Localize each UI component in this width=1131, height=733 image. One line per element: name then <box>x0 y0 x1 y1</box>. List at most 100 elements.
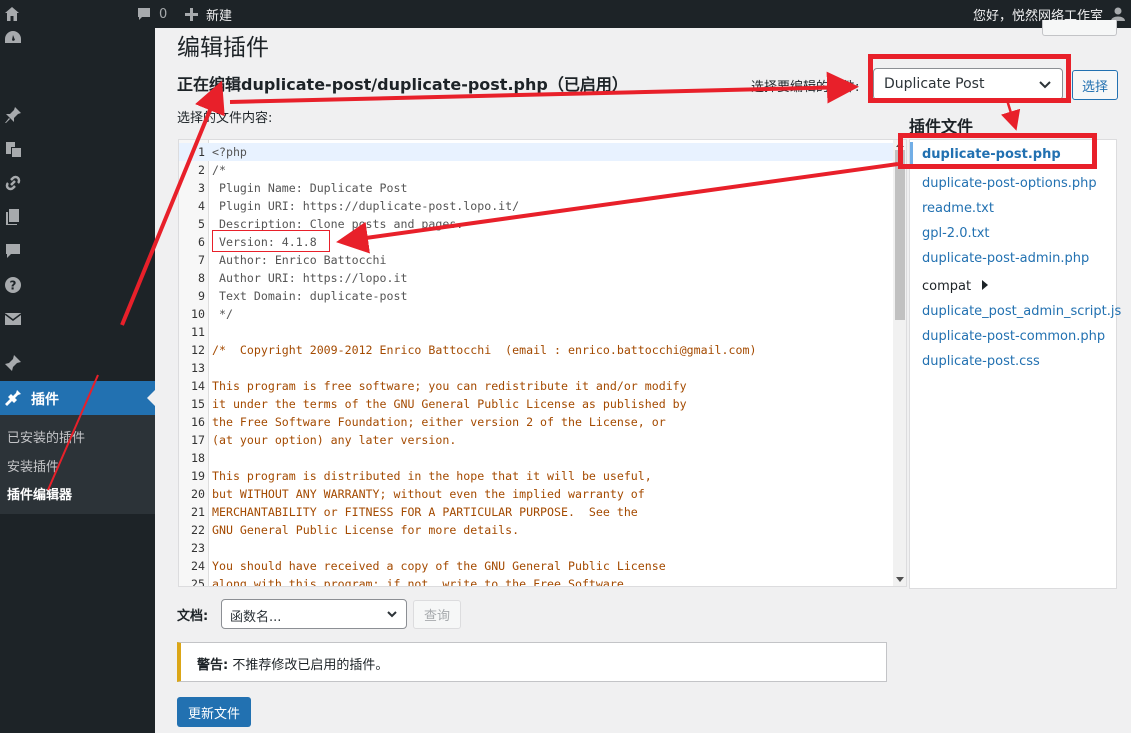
submenu-plugin-editor[interactable]: 插件编辑器 <box>7 484 72 503</box>
code-line: 1 <?php <box>179 143 894 161</box>
code-editor[interactable]: 1 <?php 2/* 3 Plugin Name: Duplicate Post 4 … <box>178 139 907 587</box>
file-item[interactable]: readme.txt <box>922 201 994 216</box>
plugins-icon <box>5 390 21 406</box>
code-line: 13 <box>179 359 894 377</box>
submenu-installed-plugins[interactable]: 已安装的插件 <box>7 427 85 446</box>
code-text: but WITHOUT ANY WARRANTY; without even t… <box>212 487 645 501</box>
code-text: /* <box>212 163 226 177</box>
code-line: 12 /* Copyright 2009-2012 Enrico Battocch… <box>179 341 894 359</box>
code-text: Plugin URI: https://duplicate-post.lopo.… <box>212 199 520 213</box>
code-line: 21 MERCHANTABILITY or FITNESS FOR A PARTI… <box>179 503 894 521</box>
mail-icon[interactable] <box>3 309 23 329</box>
submenu-add-plugins[interactable]: 安装插件 <box>7 456 59 475</box>
help-tab-button[interactable] <box>1042 20 1117 36</box>
links-icon[interactable] <box>3 173 23 193</box>
file-item[interactable]: gpl-2.0.txt <box>922 226 990 241</box>
warning-notice: 警告: 不推荐修改已启用的插件。 <box>177 642 887 682</box>
code-line: 4 Plugin URI: https://duplicate-post.lop… <box>179 197 894 215</box>
line-number: 25 <box>191 577 205 587</box>
line-number: 6 <box>198 235 205 249</box>
file-item[interactable]: duplicate-post-common.php <box>922 329 1105 344</box>
code-text: This program is free software; you can r… <box>212 379 687 393</box>
plus-icon <box>185 7 198 21</box>
plugin-file-list: duplicate-post.php duplicate-post-option… <box>909 139 1121 589</box>
code-text: it under the terms of the GNU General Pu… <box>212 397 687 411</box>
annotation-box-version <box>212 230 330 252</box>
documentation-select[interactable]: 函数名... <box>221 599 407 629</box>
code-line: 9 Text Domain: duplicate-post <box>179 287 894 305</box>
file-item[interactable]: duplicate-post-options.php <box>922 176 1097 191</box>
code-line: 17 (at your option) any later version. <box>179 431 894 449</box>
page-title: 编辑插件 <box>177 35 269 61</box>
editing-file-title: 正在编辑duplicate-post/duplicate-post.php（已启… <box>177 75 628 94</box>
line-number: 15 <box>191 397 205 411</box>
code-line: 3 Plugin Name: Duplicate Post <box>179 179 894 197</box>
code-text: the Free Software Foundation; either ver… <box>212 415 666 429</box>
code-line: 24 You should have received a copy of the… <box>179 557 894 575</box>
folder-label: compat <box>922 279 972 294</box>
dashboard-icon[interactable] <box>3 28 23 48</box>
warning-text: 不推荐修改已启用的插件。 <box>232 658 389 673</box>
line-number: 18 <box>191 451 205 465</box>
scroll-down-arrow-icon[interactable] <box>896 577 904 582</box>
select-plugin-label: 选择要编辑的插件: <box>751 80 860 95</box>
pages-icon[interactable] <box>3 207 23 227</box>
code-text: */ <box>212 307 233 321</box>
line-number: 16 <box>191 415 205 429</box>
line-number: 11 <box>191 325 205 339</box>
line-number: 12 <box>191 343 205 357</box>
new-content-button[interactable]: 新建 <box>185 0 232 28</box>
line-number: 17 <box>191 433 205 447</box>
line-number: 7 <box>198 253 205 267</box>
chevron-down-icon <box>387 611 397 618</box>
line-number: 20 <box>191 487 205 501</box>
appearance-icon[interactable] <box>3 353 23 373</box>
code-text: <?php <box>212 145 247 159</box>
arrow-select-to-file <box>1001 99 1021 131</box>
code-line: 8 Author URI: https://lopo.it <box>179 269 894 287</box>
documentation-label: 文档: <box>177 609 209 624</box>
file-item[interactable]: duplicate_post_admin_script.js <box>922 304 1121 319</box>
line-number: 5 <box>198 217 205 231</box>
scrollbar-thumb[interactable] <box>895 150 905 320</box>
posts-pin-icon[interactable] <box>3 105 23 125</box>
wordpress-home-icon[interactable] <box>4 0 20 28</box>
file-item[interactable]: duplicate-post-admin.php <box>922 251 1089 266</box>
help-icon[interactable]: ? <box>3 275 23 295</box>
media-icon[interactable] <box>3 139 23 159</box>
code-line: 18 <box>179 449 894 467</box>
new-content-label: 新建 <box>206 8 233 24</box>
code-line: 10 */ <box>179 305 894 323</box>
line-number: 9 <box>198 289 205 303</box>
current-menu-notch <box>147 390 155 406</box>
code-line: 23 <box>179 539 894 557</box>
line-number: 22 <box>191 523 205 537</box>
editor-scrollbar[interactable] <box>893 140 906 586</box>
lookup-button[interactable]: 查询 <box>413 600 461 629</box>
warning-strong: 警告: <box>197 658 229 673</box>
code-text: along with this program; if not, write t… <box>212 577 624 587</box>
code-text: This program is distributed in the hope … <box>212 469 652 483</box>
choose-plugin-button[interactable]: 选择 <box>1072 70 1118 100</box>
line-number: 13 <box>191 361 205 375</box>
caret-right-icon <box>982 280 989 290</box>
code-line: 14 This program is free software; you can… <box>179 377 894 395</box>
line-number: 23 <box>191 541 205 555</box>
svg-text:?: ? <box>10 279 17 293</box>
folder-compat[interactable]: compat <box>922 279 989 294</box>
line-number: 10 <box>191 307 205 321</box>
file-item[interactable]: duplicate-post.css <box>922 354 1040 369</box>
code-line: 16 the Free Software Foundation; either v… <box>179 413 894 431</box>
menu-plugins[interactable]: 插件 <box>0 381 155 415</box>
line-number: 1 <box>198 145 205 159</box>
update-file-button[interactable]: 更新文件 <box>177 697 251 727</box>
comments-icon[interactable] <box>136 0 152 28</box>
admin-sidebar: ? 插件 已安装的插件 安装插件 插件编辑器 <box>0 28 155 733</box>
annotation-box-current-file <box>898 133 1097 169</box>
comments-menu-icon[interactable] <box>3 241 23 261</box>
comments-count[interactable]: 0 <box>159 0 167 28</box>
line-number: 19 <box>191 469 205 483</box>
code-text: You should have received a copy of the G… <box>212 559 666 573</box>
plugins-submenu: 已安装的插件 安装插件 插件编辑器 <box>0 415 155 514</box>
code-text: GNU General Public License for more deta… <box>212 523 520 537</box>
